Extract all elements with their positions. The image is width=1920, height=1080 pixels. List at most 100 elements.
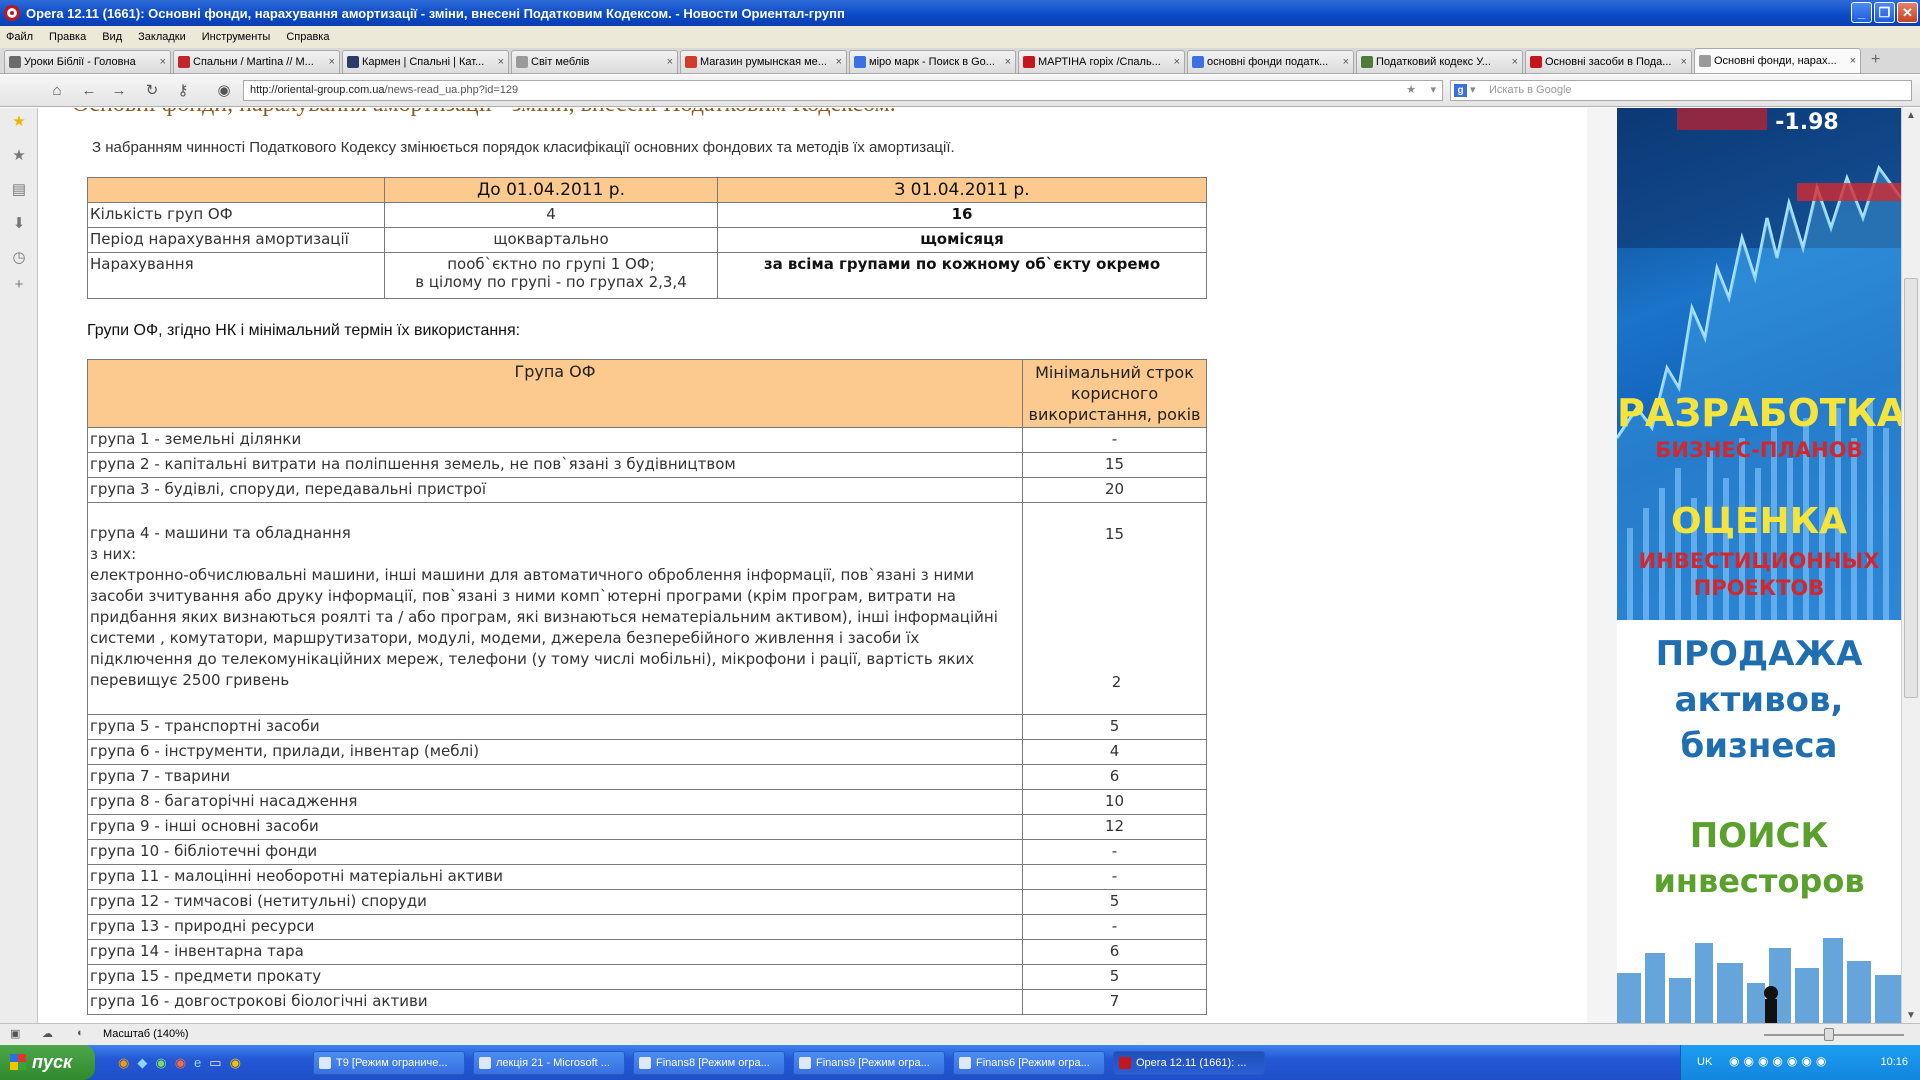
back-icon[interactable]: ←	[80, 82, 98, 100]
notes-icon[interactable]: ▤	[10, 181, 28, 199]
browser-tab[interactable]: Світ меблів ×	[511, 50, 678, 73]
browser-tab[interactable]: МАРТІНА горіх /Спаль... ×	[1018, 50, 1185, 73]
tab-close-icon[interactable]: ×	[667, 56, 673, 68]
advertisement-banner[interactable]: -1.98 РАЗРАБОТКА БИЗНЕС-ПЛАНОВ ОЦЕНКА ИН…	[1617, 108, 1901, 1023]
scrollbar-thumb[interactable]	[1904, 278, 1918, 698]
browser-tab[interactable]: Податковий кодекс У... ×	[1356, 50, 1523, 73]
ql-icon[interactable]: e	[194, 1055, 201, 1071]
header-term-line: використання, років	[1028, 405, 1201, 424]
browser-tab[interactable]: Основні фонди, нарах... ×	[1694, 48, 1861, 73]
new-tab-icon[interactable]: +	[1871, 51, 1880, 69]
browser-tab[interactable]: Основні засоби в Пода... ×	[1525, 50, 1692, 73]
taskbar-task[interactable]: Finans6 [Режим огра...	[953, 1051, 1105, 1075]
tab-favicon-icon	[9, 56, 21, 68]
tab-close-icon[interactable]: ×	[498, 56, 504, 68]
ql-icon[interactable]: ◆	[137, 1055, 147, 1071]
ad-line-8: бизнеса	[1680, 726, 1838, 766]
groups-table: Група ОФ Мінімальний строк корисного вик…	[87, 359, 1207, 1015]
reload-icon[interactable]: ↻	[143, 82, 161, 100]
browser-tab[interactable]: Магазин румынская ме... ×	[680, 50, 847, 73]
scroll-up-icon[interactable]: ▲	[1906, 110, 1916, 121]
tray-icons[interactable]: ◉◉◉◉◉◉◉	[1729, 1054, 1830, 1068]
tab-favicon-icon	[1023, 56, 1035, 68]
url-dropdown-icon[interactable]: ▾	[1430, 81, 1436, 100]
group-cell: група 11 - малоцінні необоротні матеріал…	[87, 864, 1023, 890]
forward-icon[interactable]: →	[110, 82, 128, 100]
menu-view[interactable]: Вид	[102, 31, 122, 43]
browser-tab[interactable]: Спальни / Martina // M... ×	[173, 50, 340, 73]
taskbar-task[interactable]: Finans8 [Режим огра...	[633, 1051, 785, 1075]
group-cell: група 15 - предмети прокату	[87, 964, 1023, 990]
start-button[interactable]: пуск	[0, 1045, 95, 1080]
add-panel-icon[interactable]: +	[10, 276, 28, 294]
tab-close-icon[interactable]: ×	[1005, 56, 1011, 68]
ql-icon[interactable]: ◉	[155, 1055, 166, 1071]
menu-bookmarks[interactable]: Закладки	[138, 31, 186, 43]
table2-header-term: Мінімальний строк корисного використання…	[1022, 359, 1207, 428]
ql-icon[interactable]: ◉	[118, 1055, 129, 1071]
restore-button[interactable]: ❐	[1874, 2, 1895, 23]
minimize-button[interactable]: _	[1851, 2, 1872, 23]
downloads-icon[interactable]: ⬇	[10, 215, 28, 233]
start-label: пуск	[32, 1052, 73, 1072]
zoom-slider-handle[interactable]	[1824, 1028, 1834, 1041]
menu-edit[interactable]: Правка	[49, 31, 86, 43]
table1-header-before: До 01.04.2011 р.	[384, 177, 718, 203]
tab-favicon-icon	[347, 56, 359, 68]
site-info-icon[interactable]: ◉	[215, 82, 233, 100]
ql-icon[interactable]: ◉	[175, 1055, 186, 1071]
group-cell: група 16 - довгострокові біологічні акти…	[87, 989, 1023, 1015]
browser-tab[interactable]: основні фонди податк... ×	[1187, 50, 1354, 73]
scroll-down-icon[interactable]: ▼	[1906, 1010, 1916, 1021]
menu-file[interactable]: Файл	[6, 31, 33, 43]
table-row: група 5 - транспортні засоби 5	[87, 714, 1207, 740]
zoom-slider[interactable]	[1764, 1034, 1904, 1036]
bookmarks-icon[interactable]: ★	[10, 147, 28, 165]
bookmark-star-icon[interactable]: ★	[1406, 81, 1416, 100]
task-app-icon	[319, 1057, 331, 1069]
tab-close-icon[interactable]: ×	[160, 56, 166, 68]
tab-close-icon[interactable]: ×	[836, 56, 842, 68]
tab-close-icon[interactable]: ×	[1850, 55, 1856, 67]
tab-close-icon[interactable]: ×	[1174, 56, 1180, 68]
tab-close-icon[interactable]: ×	[1512, 56, 1518, 68]
vertical-scrollbar[interactable]: ▲ ▼	[1901, 108, 1920, 1023]
taskbar-task[interactable]: Opera 12.11 (1661): ...	[1113, 1051, 1265, 1075]
tab-close-icon[interactable]: ×	[329, 56, 335, 68]
taskbar-task[interactable]: Finans9 [Режим огра...	[793, 1051, 945, 1075]
turbo-icon[interactable]: ☁	[42, 1027, 53, 1040]
table-row: група 3 - будівлі, споруди, передавальні…	[87, 477, 1207, 503]
key-icon[interactable]: ⚷	[174, 82, 192, 100]
ql-icon[interactable]: ▭	[209, 1055, 221, 1071]
browser-tab[interactable]: Кармен | Спальні | Кат... ×	[342, 50, 509, 73]
task-app-icon	[479, 1057, 491, 1069]
browser-tab[interactable]: міро марк - Поиск в Go... ×	[849, 50, 1016, 73]
panel-toggle-icon[interactable]: ▣	[10, 1027, 20, 1040]
search-engine-dropdown-icon[interactable]: ▾	[1470, 81, 1476, 100]
ql-icon[interactable]: ◉	[230, 1055, 241, 1071]
taskbar-task[interactable]: T9 [Режим ограниче...	[313, 1051, 465, 1075]
close-window-button[interactable]: ✕	[1897, 2, 1918, 23]
speed-dial-icon[interactable]: ★	[10, 113, 28, 131]
tab-title: Податковий кодекс У...	[1376, 56, 1491, 68]
view-icon[interactable]: ◐	[77, 1027, 84, 1039]
ad-line-5: ПРОЕКТОВ	[1693, 576, 1825, 600]
group4-of-them: з них:	[90, 545, 137, 563]
url-field[interactable]: http://oriental-group.com.ua/news-read_u…	[243, 80, 1443, 101]
browser-tab[interactable]: Уроки Біблії - Головна ×	[4, 50, 171, 73]
history-icon[interactable]: ◷	[10, 249, 28, 267]
groups-subheading: Групи ОФ, згідно НК і мінімальний термін…	[87, 322, 521, 339]
header-term-line: корисного	[1070, 384, 1159, 403]
tab-close-icon[interactable]: ×	[1681, 56, 1687, 68]
term-cell: 5	[1022, 889, 1207, 915]
tab-title: Магазин румынская ме...	[700, 56, 827, 68]
intro-paragraph: З набранням чинності Податкового Кодексу…	[92, 139, 955, 156]
comparison-table: До 01.04.2011 р. З 01.04.2011 р. Кількіс…	[87, 177, 1207, 299]
menu-help[interactable]: Справка	[286, 31, 329, 43]
tab-close-icon[interactable]: ×	[1343, 56, 1349, 68]
menu-tools[interactable]: Инструменты	[202, 31, 271, 43]
taskbar-task[interactable]: лекція 21 - Microsoft ...	[473, 1051, 625, 1075]
search-field[interactable]: g ▾ Искать в Google	[1450, 80, 1912, 101]
language-indicator[interactable]: UK	[1697, 1056, 1712, 1068]
home-icon[interactable]: ⌂	[48, 82, 66, 100]
